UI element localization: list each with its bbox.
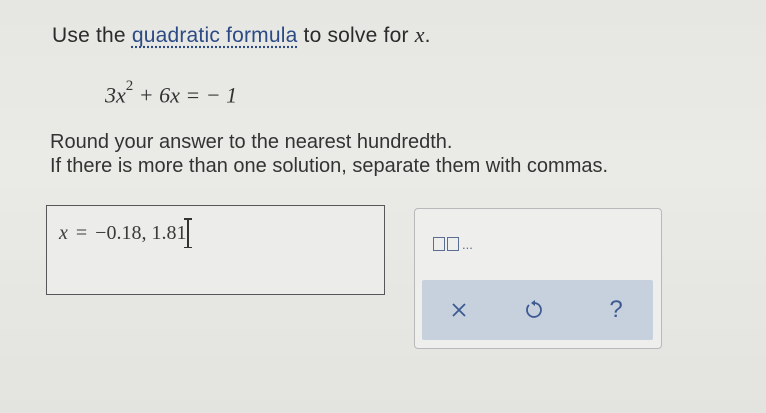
question-prompt: Use the quadratic formula to solve for x… — [52, 22, 431, 48]
action-bar: ? — [422, 280, 653, 340]
undo-icon — [526, 300, 542, 318]
help-icon: ? — [609, 296, 623, 323]
clear-button[interactable] — [439, 292, 479, 328]
instructions: Round your answer to the nearest hundred… — [50, 130, 608, 178]
prompt-suffix: . — [424, 24, 431, 47]
text-cursor — [184, 218, 193, 248]
equation-exponent: 2 — [125, 78, 134, 94]
equation: 3x2 + 6x = − 1 — [105, 78, 238, 108]
instruction-line-2: If there is more than one solution, sepa… — [50, 155, 609, 177]
equation-term-a: 3x — [105, 82, 126, 108]
instruction-line-1: Round your answer to the nearest hundred… — [50, 131, 453, 153]
answer-input[interactable]: −0.18, 1.81 — [95, 218, 193, 248]
help-button[interactable]: ? — [596, 292, 636, 328]
template-button[interactable]: ... — [433, 231, 493, 257]
answer-variable: x — [59, 221, 68, 244]
equation-rest: + 6x = − 1 — [138, 82, 238, 108]
answer-equals: = — [75, 221, 88, 244]
square-template-icon — [433, 237, 445, 251]
quadratic-formula-link[interactable]: quadratic formula — [132, 24, 298, 47]
math-toolbar: ... ? — [414, 208, 662, 349]
square-template-icon — [447, 237, 459, 251]
prompt-middle: to solve for — [303, 24, 409, 47]
prompt-variable: x — [414, 22, 425, 47]
answer-value: −0.18, 1.81 — [95, 221, 187, 244]
answer-box[interactable]: x = −0.18, 1.81 — [46, 205, 385, 295]
prompt-prefix: Use the — [52, 24, 126, 47]
template-ellipsis: ... — [462, 236, 473, 252]
answer-line: x = −0.18, 1.81 — [59, 218, 193, 248]
undo-button[interactable] — [514, 292, 554, 328]
close-icon — [452, 303, 466, 317]
